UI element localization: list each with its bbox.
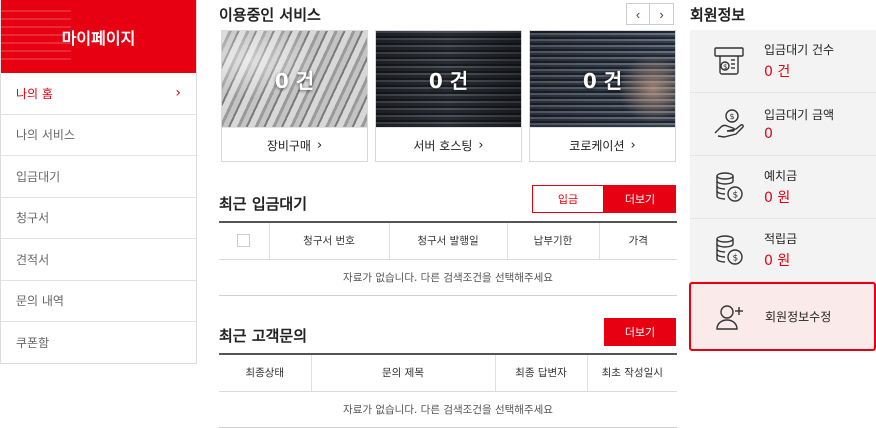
inquiries-more-button[interactable]: 더보기 <box>604 318 676 346</box>
svg-text:$: $ <box>730 112 735 121</box>
sidebar-item-label: 견적서 <box>16 252 50 267</box>
sidebar-item-label: 청구서 <box>16 211 50 226</box>
server-room-image: 0 건 <box>376 31 521 127</box>
column-header: 가격 <box>598 221 677 260</box>
service-count: 0 건 <box>582 68 623 93</box>
column-header: 청구서 발행일 <box>388 221 507 260</box>
recent-payments-title: 최근 입금대기 <box>219 195 308 213</box>
member-info-panel: $ 입금대기 건수 0 건 $ 입금대기 금액 0 $ 예치금 0 원 $ 적립… <box>690 30 876 282</box>
pending-amount-text: 입금대기 금액 0 <box>764 106 834 142</box>
service-count: 0 건 <box>428 68 469 93</box>
chevron-right-icon: › <box>630 137 636 153</box>
sidebar-item-label: 나의 홈 <box>16 86 53 101</box>
payment-tab[interactable]: 입금 <box>532 185 604 213</box>
points-text: 적립금 0 원 <box>764 230 797 270</box>
service-card-label-text: 장비구매 <box>266 138 311 153</box>
payments-table: 청구서 번호 청구서 발행일 납부기한 가격 자료가 없습니다. 다른 검색조건… <box>219 221 677 296</box>
column-header: 최종 답변자 <box>494 353 587 392</box>
select-all-cell <box>219 221 269 260</box>
network-cables-image: 0 건 <box>222 31 367 127</box>
pending-count-row: $ 입금대기 건수 0 건 <box>690 30 876 93</box>
sidebar-title: 마이페이지 <box>61 28 136 48</box>
pending-count-text: 입금대기 건수 0 건 <box>764 41 834 81</box>
column-header: 납부기한 <box>506 221 599 260</box>
services-title: 이용중인 서비스 <box>219 6 321 24</box>
column-header: 최종상태 <box>219 353 311 392</box>
service-card-server-hosting[interactable]: 0 건 서버 호스팅 › <box>375 30 522 162</box>
sidebar-item-my-services[interactable]: 나의 서비스 <box>1 115 196 156</box>
sidebar-item-label: 입금대기 <box>16 169 61 184</box>
empty-message: 자료가 없습니다. 다른 검색조건을 선택해주세요 <box>219 259 677 296</box>
deposit-text: 예치금 0 원 <box>764 167 797 207</box>
payments-more-button[interactable]: 더보기 <box>604 185 676 213</box>
deposit-value: 0 원 <box>764 190 791 206</box>
sidebar-item-label: 나의 서비스 <box>16 128 76 143</box>
svg-text:$: $ <box>733 191 739 201</box>
sidebar-item-quotes[interactable]: 견적서 <box>1 239 196 281</box>
sidebar-item-pending-payment[interactable]: 입금대기 <box>1 156 196 198</box>
service-card-label: 서버 호스팅 › <box>376 127 521 162</box>
edit-member-info-label: 회원정보수정 <box>765 310 832 324</box>
sidebar-header-stripes <box>1 10 71 62</box>
chevron-right-icon: › <box>659 6 664 22</box>
atm-icon: $ <box>710 42 748 80</box>
column-header: 문의 제목 <box>310 353 495 392</box>
service-card-label: 코로케이션 › <box>530 127 675 162</box>
pending-count-label: 입금대기 건수 <box>764 43 835 57</box>
sidebar-item-invoices[interactable]: 청구서 <box>1 198 196 239</box>
chevron-right-icon: › <box>478 137 484 153</box>
sidebar-item-label: 문의 내역 <box>16 294 64 309</box>
recent-inquiries-title: 최근 고객문의 <box>219 327 308 345</box>
column-header: 청구서 번호 <box>268 221 389 260</box>
member-info-title: 회원정보 <box>690 6 746 24</box>
empty-message: 자료가 없습니다. 다른 검색조건을 선택해주세요 <box>219 391 677 428</box>
hand-coin-icon: $ <box>710 105 748 143</box>
payments-actions: 입금 더보기 <box>532 185 676 213</box>
inquiries-table: 최종상태 문의 제목 최종 답변자 최초 작성일시 자료가 없습니다. 다른 검… <box>219 353 677 428</box>
sidebar-item-label: 쿠폰함 <box>16 336 50 351</box>
carousel-next-button[interactable]: › <box>650 3 674 25</box>
points-value: 0 원 <box>764 253 791 269</box>
chevron-right-icon: › <box>316 137 323 153</box>
pending-amount-label: 입금대기 금액 <box>764 108 835 122</box>
coin-stack-icon: $ <box>710 231 748 269</box>
column-header: 최초 작성일시 <box>586 353 677 392</box>
service-card-label: 장비구매 › <box>222 127 367 162</box>
pending-amount-row: $ 입금대기 금액 0 <box>690 93 876 156</box>
chevron-right-icon: › <box>175 85 181 102</box>
service-cards: 0 건 장비구매 › 0 건 서버 호스팅 › 0 건 코로케이션 › <box>221 30 676 162</box>
sidebar-item-coupons[interactable]: 쿠폰함 <box>1 322 196 364</box>
user-add-icon <box>711 298 749 336</box>
service-count: 0 건 <box>274 68 315 93</box>
pending-amount-value: 0 <box>764 126 773 142</box>
deposit-label: 예치금 <box>764 169 798 183</box>
server-rack-image: 0 건 <box>530 31 675 127</box>
sidebar-header: 마이페이지 <box>1 0 196 73</box>
select-all-checkbox[interactable] <box>237 234 251 248</box>
service-card-label-text: 서버 호스팅 <box>413 138 473 153</box>
pending-count-value: 0 건 <box>764 64 791 80</box>
points-label: 적립금 <box>764 232 798 246</box>
sidebar-item-inquiries[interactable]: 문의 내역 <box>1 281 196 322</box>
deposit-row: $ 예치금 0 원 <box>690 156 876 219</box>
service-card-equipment[interactable]: 0 건 장비구매 › <box>221 30 368 162</box>
service-card-label-text: 코로케이션 <box>569 138 625 153</box>
coin-stack-icon: $ <box>710 168 748 206</box>
services-carousel-nav: ‹ › <box>626 3 674 25</box>
carousel-prev-button[interactable]: ‹ <box>626 3 650 25</box>
sidebar-item-home[interactable]: 나의 홈 › <box>1 73 196 115</box>
points-row: $ 적립금 0 원 <box>690 219 876 282</box>
service-card-colocation[interactable]: 0 건 코로케이션 › <box>529 30 676 162</box>
chevron-left-icon: ‹ <box>635 6 641 22</box>
edit-member-info-button[interactable]: 회원정보수정 <box>689 282 876 351</box>
sidebar: 마이페이지 나의 홈 › 나의 서비스 입금대기 청구서 견적서 문의 내역 쿠… <box>0 0 197 364</box>
svg-text:$: $ <box>733 254 739 264</box>
svg-text:$: $ <box>723 63 727 71</box>
